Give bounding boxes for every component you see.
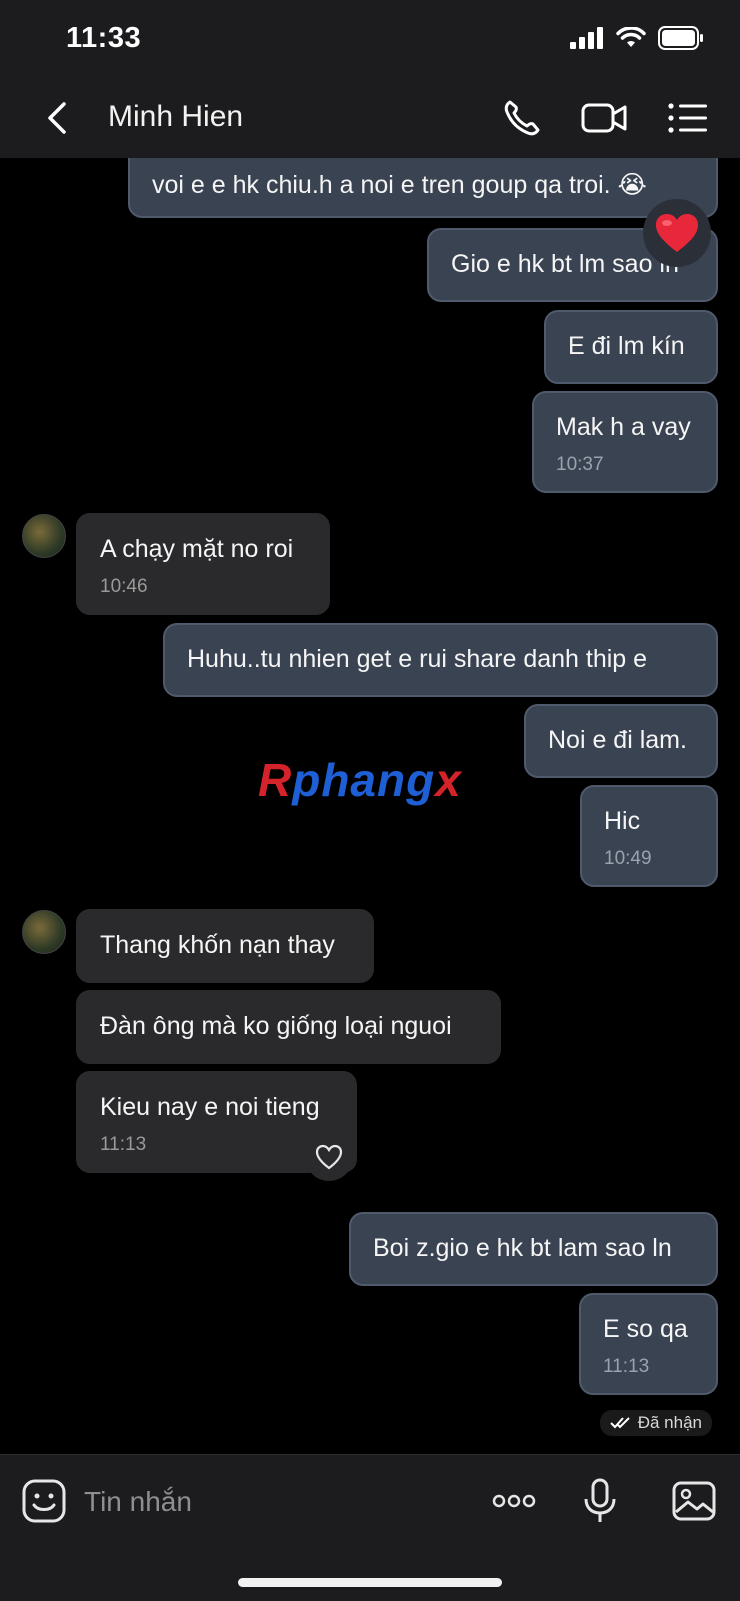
message-time: 10:46 [100,576,148,597]
status-time: 11:33 [66,22,142,54]
message-text: Boi z.gio e hk bt lam sao ln [373,1234,672,1262]
message-text: Đàn ông mà ko giống loại nguoi [100,1012,452,1040]
message-text: Kieu nay e noi tieng [100,1093,320,1121]
message-text: Huhu..tu nhien get e rui share danh thip… [187,645,648,673]
message-time: 11:13 [603,1356,650,1377]
battery-icon [658,26,703,50]
message-text: Mak h a vay [556,413,691,441]
status-icons [570,26,704,50]
image-icon[interactable] [670,1477,718,1525]
sticker-icon[interactable] [20,1477,68,1525]
contact-name[interactable]: Minh Hien [108,100,243,134]
message-incoming[interactable]: A chạy mặt no roi 10:46 [76,513,330,615]
watermark-logo: Rphangx [258,754,462,806]
message-composer [0,1454,740,1601]
microphone-icon[interactable] [576,1477,624,1525]
heart-reaction-icon[interactable] [643,199,711,267]
message-outgoing[interactable]: Boi z.gio e hk bt lam sao ln [349,1212,718,1286]
more-icon[interactable] [490,1477,538,1525]
avatar[interactable] [22,514,66,558]
message-outgoing[interactable]: Hic 10:49 [580,785,718,887]
home-indicator[interactable] [238,1578,502,1587]
status-bar: 11:33 [0,0,740,80]
phone-icon[interactable] [500,96,548,140]
signal-icon [570,27,603,49]
message-outgoing[interactable]: E đi lm kín [544,310,718,384]
message-text: E so qa [603,1315,688,1343]
message-time: 10:37 [556,454,604,475]
message-text: Thang khốn nạn thay [100,931,335,959]
message-time: 11:13 [100,1134,147,1155]
message-outgoing[interactable]: voi e e hk chiu.h a noi e tren goup qa t… [128,158,718,218]
message-text: A chạy mặt no roi [100,535,294,563]
wifi-icon [616,27,646,47]
message-time: 10:49 [604,848,652,869]
like-heart-icon[interactable] [305,1133,353,1181]
message-text: Noi e đi lam. [548,726,687,754]
message-outgoing[interactable]: Huhu..tu nhien get e rui share danh thip… [163,623,718,697]
message-outgoing[interactable]: E so qa 11:13 [579,1293,718,1395]
message-outgoing[interactable]: Noi e đi lam. [524,704,718,778]
message-text: Hic [604,807,641,835]
message-outgoing[interactable]: Mak h a vay 10:37 [532,391,718,493]
message-input[interactable] [82,1477,476,1527]
double-check-icon [610,1417,630,1429]
chat-header: Minh Hien [0,80,740,158]
message-incoming[interactable]: Đàn ông mà ko giống loại nguoi [76,990,501,1064]
delivery-status-text: Đã nhận [637,1413,702,1432]
delivery-status: Đã nhận [599,1410,712,1436]
message-text: voi e e hk chiu.h a noi e tren goup qa t… [152,171,647,199]
back-icon[interactable] [38,98,78,138]
menu-icon[interactable] [664,96,712,140]
video-call-icon[interactable] [580,96,628,140]
message-list[interactable]: voi e e hk chiu.h a noi e tren goup qa t… [0,158,740,1454]
avatar[interactable] [22,910,66,954]
message-text: E đi lm kín [568,332,685,360]
message-incoming[interactable]: Thang khốn nạn thay [76,909,374,983]
